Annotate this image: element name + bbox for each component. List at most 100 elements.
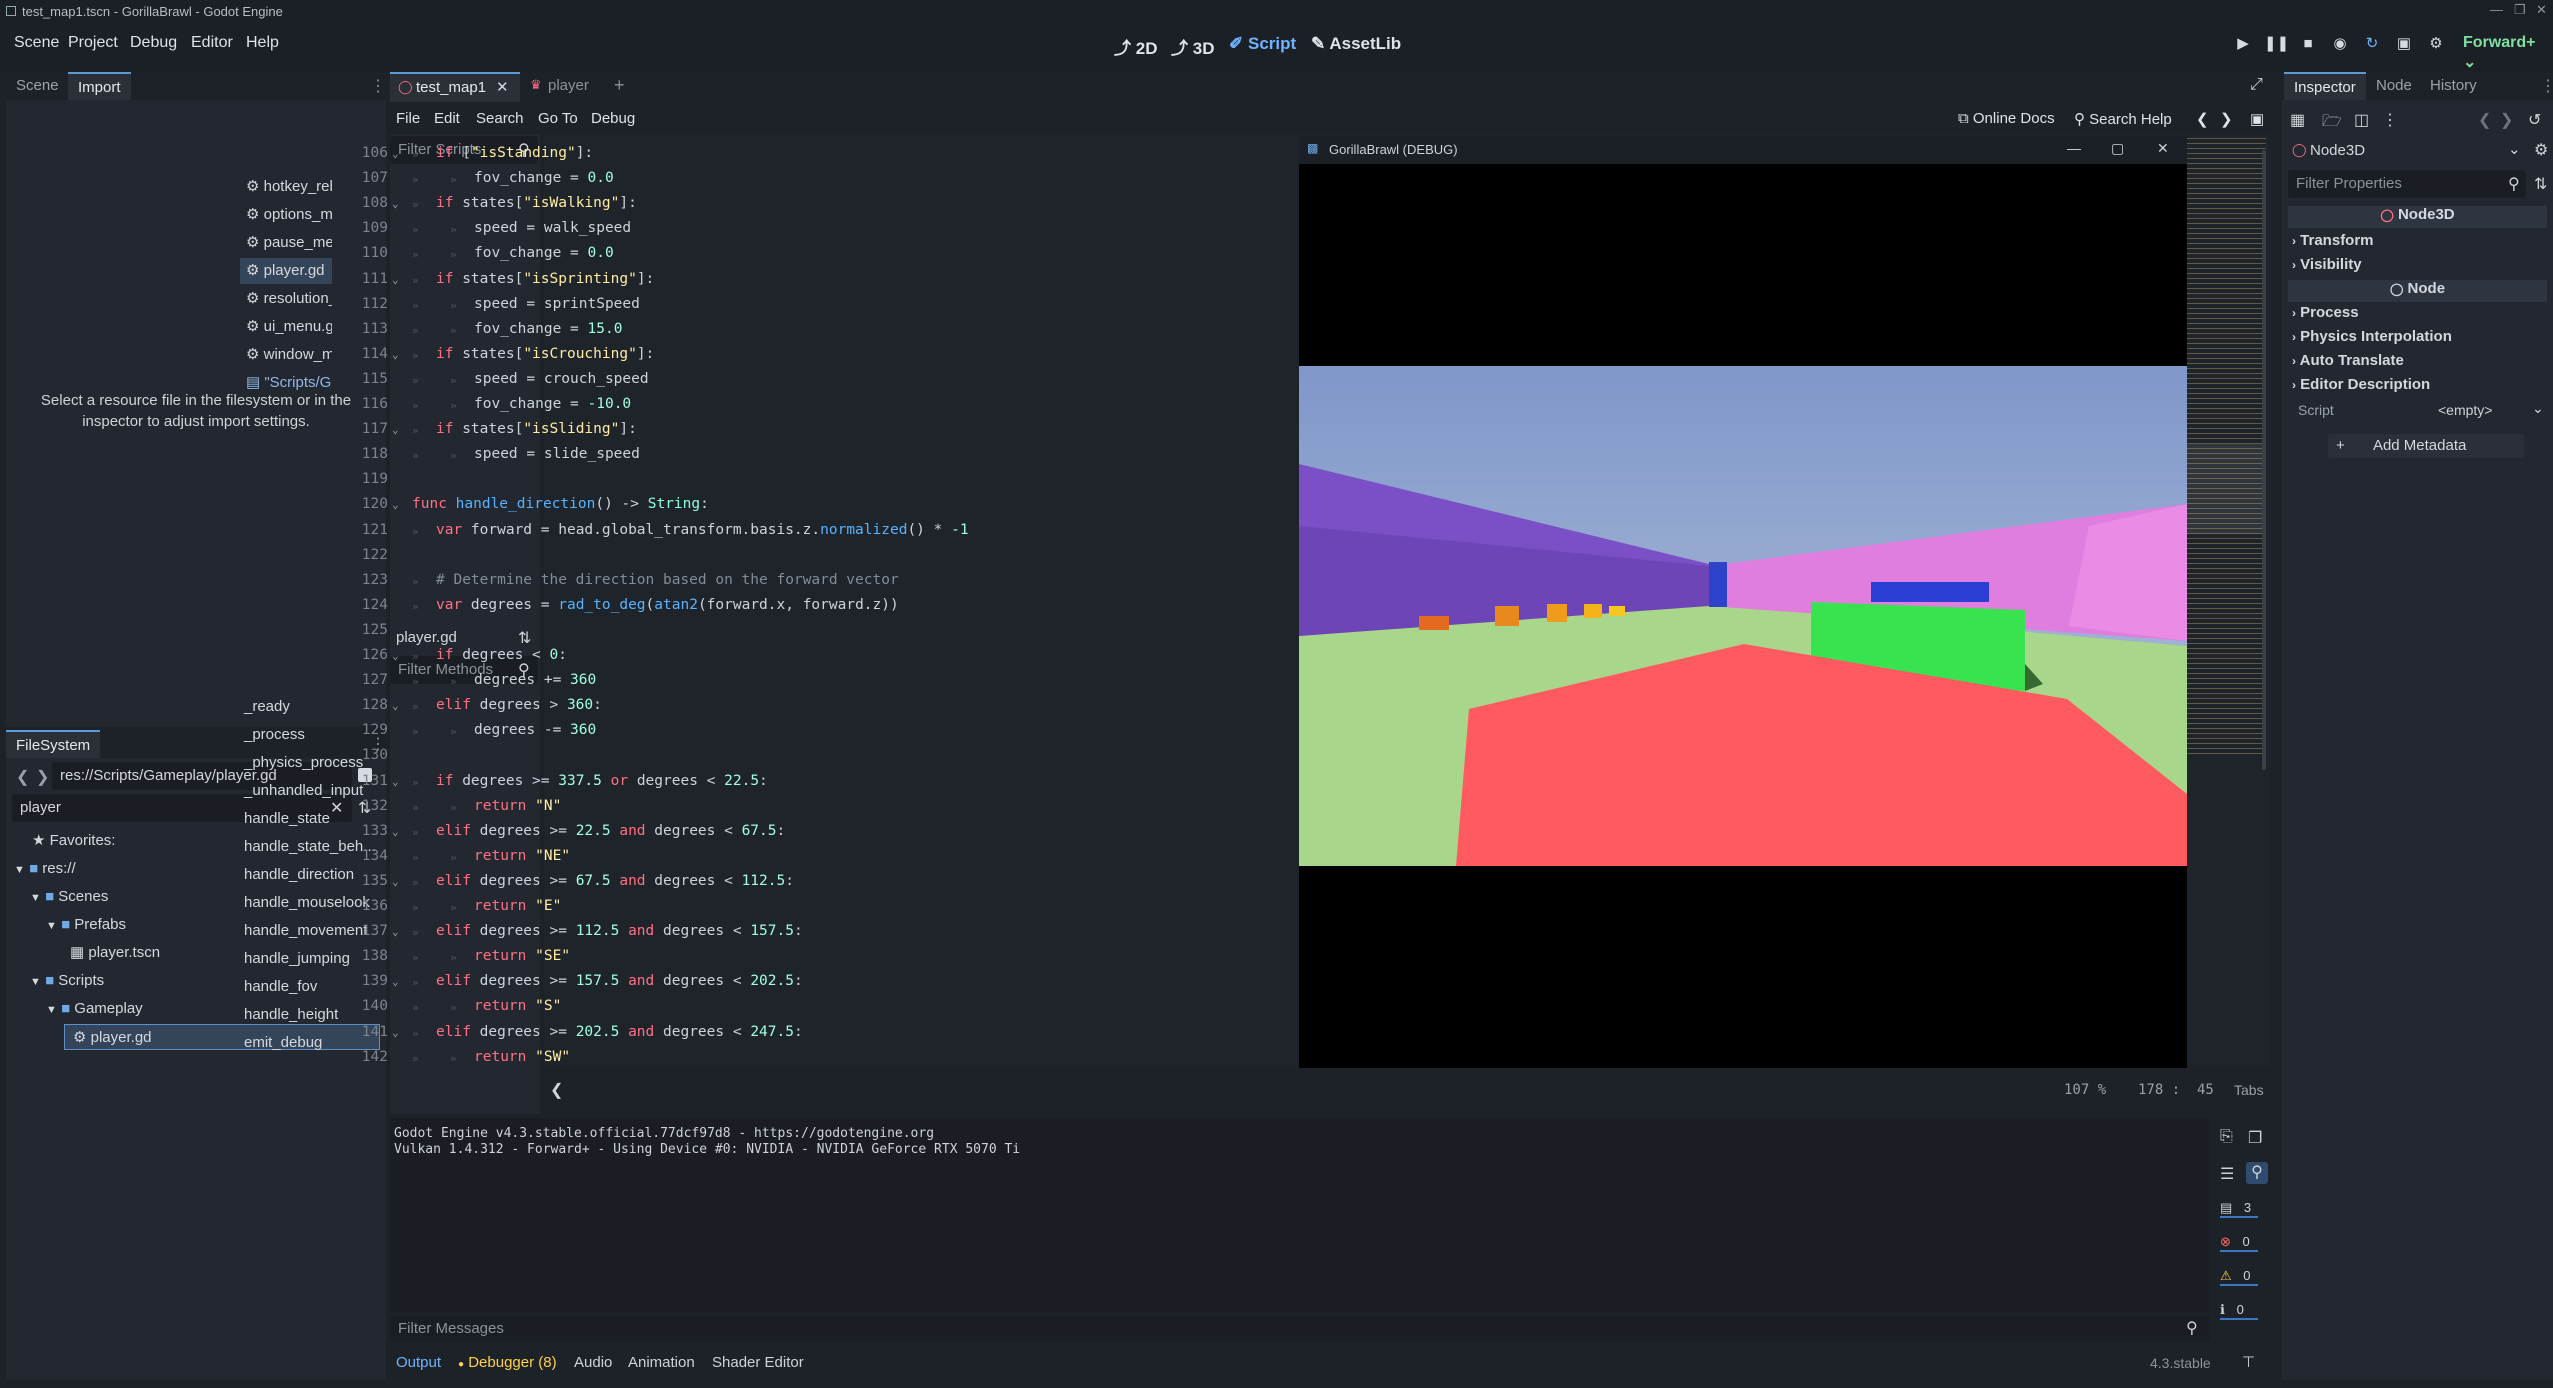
prev-script-icon[interactable]: ❮ [2196, 110, 2209, 128]
more-icon[interactable]: ⋮ [370, 76, 386, 96]
fullscreen-icon[interactable]: ⤢ [2250, 76, 2263, 94]
tree-scripts[interactable]: ▼ ■ Scripts [30, 968, 104, 994]
error-count-badge[interactable]: ⊗ 0 [2220, 1234, 2258, 1252]
fold-arrow-icon[interactable]: ⌄ [392, 273, 399, 286]
code-line[interactable]: elif degrees >= 112.5 and degrees < 157.… [436, 923, 803, 939]
tree-favorites[interactable]: ★ Favorites: [32, 828, 115, 854]
code-line[interactable]: elif degrees >= 67.5 and degrees < 112.5… [436, 873, 794, 889]
script-list-item[interactable]: ⚙ hotkey_rebind... [240, 174, 332, 200]
tab-shader-editor[interactable]: Shader Editor [712, 1354, 804, 1371]
next-script-icon[interactable]: ❯ [2220, 110, 2233, 128]
mode-2d-button[interactable]: ⤴ 2D [1114, 34, 1157, 59]
code-line[interactable]: var forward = head.global_transform.basi… [436, 522, 969, 538]
stop-icon[interactable]: ■ [2296, 32, 2320, 56]
code-line[interactable]: func handle_direction() -> String: [412, 496, 709, 512]
code-line[interactable]: return "SE" [474, 948, 570, 964]
fold-arrow-icon[interactable]: ⌄ [392, 498, 399, 511]
minimize-icon[interactable]: — [2490, 2, 2503, 17]
minimap-viewport[interactable] [2186, 444, 2266, 534]
code-line[interactable]: if states["isCrouching"]: [436, 346, 654, 362]
reload-icon[interactable]: ↻ [2360, 32, 2384, 56]
menu-scene[interactable]: Scene [14, 34, 59, 52]
fold-arrow-icon[interactable]: ⌄ [392, 975, 399, 988]
code-line[interactable]: if states["isSprinting"]: [436, 271, 654, 287]
method-list-item[interactable]: _ready [244, 694, 290, 720]
code-line[interactable]: fov_change = 15.0 [474, 321, 622, 337]
script-list-item[interactable]: ⚙ ui_menu.gd [240, 314, 332, 340]
clear-output-icon[interactable]: ❐ [2248, 1128, 2262, 1148]
filter-messages-input[interactable]: Filter Messages [390, 1316, 2210, 1342]
more-icon[interactable]: ⋮ [2382, 110, 2398, 130]
copy-icon[interactable]: ⎘ [2220, 1128, 2233, 1146]
tab-node[interactable]: Node [2366, 72, 2422, 100]
script-menu-goto[interactable]: Go To [538, 110, 578, 127]
code-line[interactable]: return "S" [474, 998, 561, 1014]
fold-arrow-icon[interactable]: ⌄ [392, 699, 399, 712]
close-icon[interactable]: ✕ [2157, 140, 2169, 157]
code-line[interactable]: speed = walk_speed [474, 220, 631, 236]
sort-icon[interactable]: ⇅ [2534, 174, 2547, 194]
method-list-item[interactable]: handle_direction [244, 862, 354, 888]
code-line[interactable]: speed = slide_speed [474, 446, 640, 462]
tab-scene[interactable]: Scene [6, 72, 69, 100]
code-line[interactable]: return "SW" [474, 1049, 570, 1065]
code-line[interactable]: elif degrees >= 157.5 and degrees < 202.… [436, 973, 803, 989]
mode-assetlib-button[interactable]: ✎ AssetLib [1311, 34, 1401, 54]
script-menu-debug[interactable]: Debug [591, 110, 635, 127]
maximize-icon[interactable]: ▢ [2111, 140, 2124, 157]
fold-arrow-icon[interactable]: ⌄ [392, 875, 399, 888]
fold-arrow-icon[interactable]: ⌄ [392, 775, 399, 788]
tab-animation[interactable]: Animation [628, 1354, 695, 1371]
float-script-icon[interactable]: ▣ [2250, 110, 2264, 128]
fold-arrow-icon[interactable]: ⌄ [392, 1026, 399, 1039]
add-tab-icon[interactable]: + [614, 75, 625, 96]
game-window[interactable]: ▩ GorillaBrawl (DEBUG) — ▢ ✕ [1299, 136, 2187, 1068]
script-menu-file[interactable]: File [396, 110, 420, 127]
menu-project[interactable]: Project [68, 34, 118, 52]
code-line[interactable]: if degrees >= 337.5 or degrees < 22.5: [436, 773, 768, 789]
section-editor-description[interactable]: › Editor Description [2292, 376, 2430, 393]
tree-prefabs[interactable]: ▼ ■ Prefabs [46, 912, 126, 938]
script-list-item[interactable]: ⚙ resolution_mo... [240, 286, 332, 312]
remote-debug-icon[interactable]: ◉ [2328, 32, 2352, 56]
method-list-item[interactable]: _process [244, 722, 305, 748]
filter-properties-input[interactable]: Filter Properties [2288, 170, 2526, 198]
section-process[interactable]: › Process [2292, 304, 2359, 321]
script-list-item[interactable]: ⚙ window_mode... [240, 342, 332, 368]
tab-debugger[interactable]: ● Debugger (8) [458, 1354, 557, 1371]
fold-arrow-icon[interactable]: ⌄ [392, 925, 399, 938]
tree-gameplay[interactable]: ▼ ■ Gameplay [46, 996, 143, 1022]
tree-player-tscn[interactable]: ▦ player.tscn [70, 940, 160, 966]
indent-mode[interactable]: Tabs [2234, 1082, 2264, 1098]
search-toggle-icon[interactable]: ⚲ [2246, 1162, 2268, 1184]
collapse-icon[interactable]: ❮ [550, 1080, 563, 1100]
renderer-select[interactable]: Forward+ ⌄ [2463, 34, 2553, 72]
new-resource-icon[interactable]: ▦ [2290, 110, 2305, 130]
more-icon[interactable]: ⋮ [2540, 76, 2553, 96]
script-list-item[interactable]: ⚙ pause_menu.gd [240, 230, 332, 256]
code-line[interactable]: elif degrees >= 202.5 and degrees < 247.… [436, 1024, 803, 1040]
code-line[interactable]: if states["isSliding"]: [436, 421, 637, 437]
section-physics-interpolation[interactable]: › Physics Interpolation [2292, 328, 2452, 345]
movie-icon[interactable]: ▣ [2392, 32, 2416, 56]
script-list-item[interactable]: ⚙ player.gd [240, 258, 332, 284]
menu-help[interactable]: Help [246, 34, 279, 52]
method-list-item[interactable]: handle_fov [244, 974, 317, 1000]
fold-arrow-icon[interactable]: ⌄ [392, 348, 399, 361]
tab-history[interactable]: History [2420, 72, 2487, 100]
tree-res[interactable]: ▼ ■ res:// [14, 856, 76, 882]
tab-inspector[interactable]: Inspector [2284, 72, 2366, 100]
log-count-badge[interactable]: ▤ 3 [2220, 1200, 2258, 1218]
history-icon[interactable]: ↺ [2528, 110, 2541, 130]
section-visibility[interactable]: › Visibility [2292, 256, 2362, 273]
debug-options-icon[interactable]: ⚙ [2424, 32, 2448, 56]
code-line[interactable]: if states["isWalking"]: [436, 195, 637, 211]
mode-3d-button[interactable]: ⤴ 3D [1171, 34, 1214, 59]
mode-script-button[interactable]: ✐ Script [1229, 34, 1296, 54]
section-transform[interactable]: › Transform [2292, 232, 2374, 249]
save-icon[interactable]: ◫ [2354, 110, 2369, 130]
code-line[interactable]: fov_change = -10.0 [474, 396, 631, 412]
menu-editor[interactable]: Editor [191, 34, 233, 52]
code-line[interactable]: return "N" [474, 798, 561, 814]
script-menu-search[interactable]: Search [476, 110, 524, 127]
